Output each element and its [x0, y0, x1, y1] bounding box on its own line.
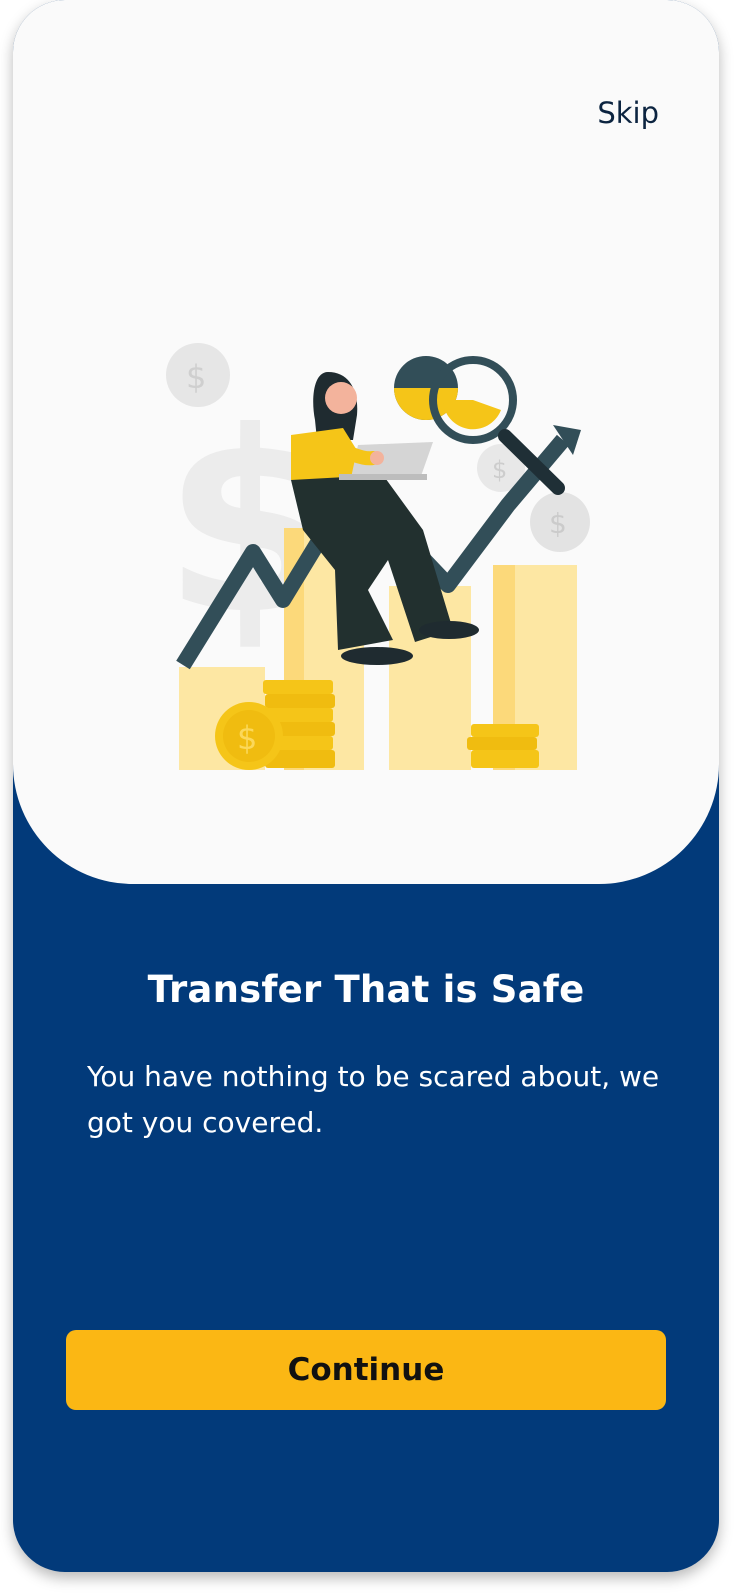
svg-text:$: $	[186, 358, 206, 396]
coin-stack-icon	[467, 724, 539, 768]
illustration-panel: Skip $ $ $ $ $	[13, 0, 719, 884]
onboarding-description: You have nothing to be scared about, we …	[87, 1060, 660, 1139]
woman-laptop-finance-illustration: $ $ $ $ $	[163, 343, 590, 770]
skip-button[interactable]: Skip	[597, 96, 659, 130]
svg-text:$: $	[492, 456, 507, 484]
svg-text:$: $	[549, 507, 567, 540]
onboarding-screen: Skip $ $ $ $ $ Transfer That is Safe You…	[13, 0, 719, 1572]
svg-text:$: $	[237, 719, 257, 757]
onboarding-title: Transfer That is Safe	[147, 968, 585, 1011]
continue-button[interactable]: Continue	[66, 1330, 666, 1410]
